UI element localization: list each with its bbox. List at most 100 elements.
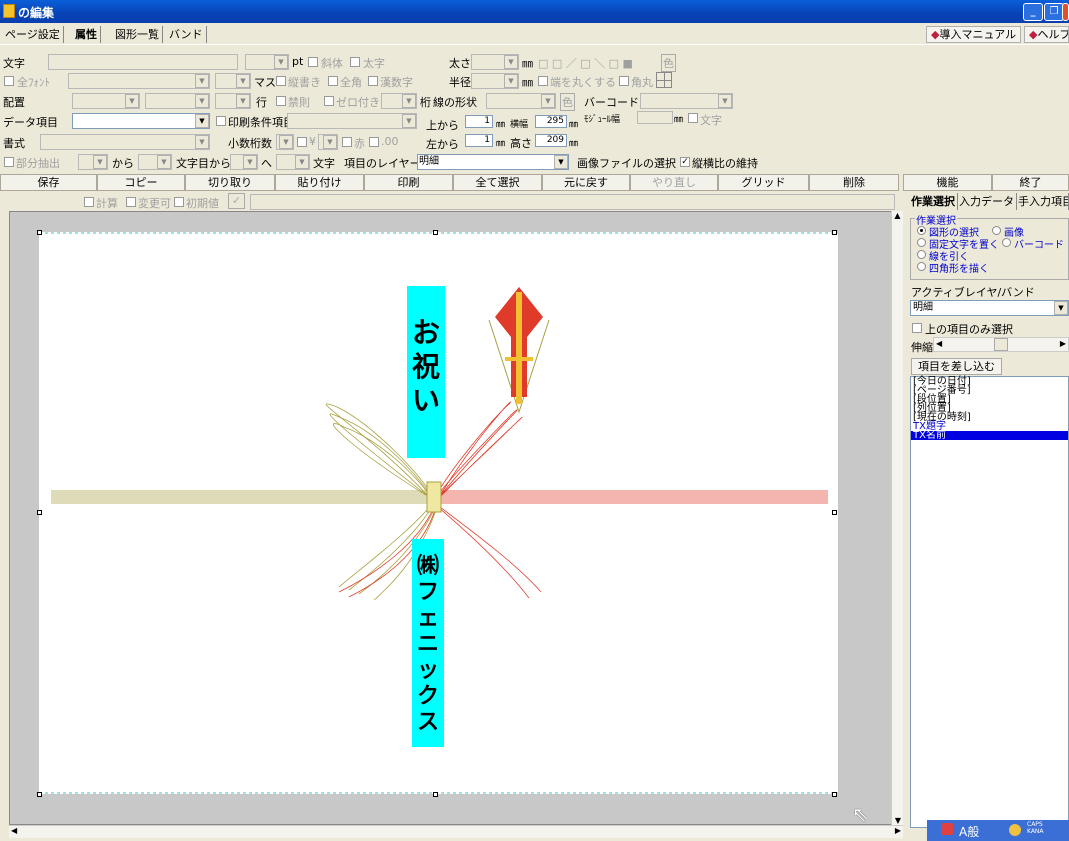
red-checkbox[interactable] [342, 137, 352, 147]
zoom-thumb[interactable] [994, 338, 1008, 351]
text-input[interactable] [48, 54, 238, 70]
round-end-checkbox[interactable] [538, 76, 548, 86]
formula-input[interactable] [250, 194, 895, 210]
ime-tool-icon[interactable] [1009, 824, 1021, 836]
zoom-left-icon[interactable]: ◀ [936, 339, 942, 348]
handle-bc[interactable] [433, 792, 438, 797]
handle-tr[interactable] [832, 230, 837, 235]
char-from-select[interactable]: ▼ [138, 154, 172, 170]
insert-item-button[interactable]: 項目を差し込む [911, 358, 1002, 375]
vertical-scrollbar[interactable]: ▲ ▼ [891, 211, 903, 825]
aspect-checkbox[interactable]: ✓ [680, 157, 690, 167]
radius-select[interactable]: ▼ [471, 73, 519, 89]
bottom-label-box[interactable]: ㈱ フ ェ ニ ッ ク ス [412, 539, 444, 747]
height-input[interactable]: 209 [535, 134, 567, 147]
active-layer-select[interactable]: 明細 ▼ [910, 300, 1069, 316]
top-input[interactable]: 1 [465, 115, 493, 128]
radio-select-shape[interactable] [917, 226, 926, 235]
radio-image[interactable] [992, 226, 1001, 235]
masu-select[interactable]: ▼ [215, 73, 251, 89]
paper[interactable]: お 祝 い ㈱ フ ェ ニ ッ ク ス [39, 232, 838, 794]
minimize-button[interactable]: _ [1023, 3, 1043, 21]
manual-button[interactable]: ◆導入マニュアル [926, 26, 1022, 43]
yen-select[interactable]: ▼ [318, 134, 338, 150]
paste-button[interactable]: 貼り付け [275, 174, 364, 191]
canvas-area[interactable]: お 祝 い ㈱ フ ェ ニ ッ ク ス ⇖ [9, 211, 892, 826]
handle-bl[interactable] [37, 792, 42, 797]
tab-attributes[interactable]: 属性 [72, 26, 101, 43]
tab-manual-items[interactable]: 手入力項目 [1016, 193, 1069, 210]
radio-fixed-text[interactable] [917, 238, 926, 247]
data-item-select[interactable]: ▼ [72, 113, 210, 129]
tab-shape-list[interactable]: 図形一覧 [112, 26, 163, 43]
color-button[interactable]: 色 [661, 54, 676, 72]
handle-mr[interactable] [832, 510, 837, 515]
bold-checkbox[interactable] [350, 57, 360, 67]
copy-button[interactable]: コピー [97, 174, 185, 191]
ime-label[interactable]: A般 [959, 823, 979, 840]
font-select[interactable]: ▼ [68, 73, 210, 89]
undo-button[interactable]: 元に戻す [542, 174, 630, 191]
handle-br[interactable] [832, 792, 837, 797]
kinsoku-checkbox[interactable] [276, 96, 286, 106]
select-all-button[interactable]: 全て選択 [453, 174, 542, 191]
fullwidth-checkbox[interactable] [328, 76, 338, 86]
handle-tl[interactable] [37, 230, 42, 235]
decimals-select[interactable]: ▼ [276, 134, 294, 150]
all-fonts-checkbox[interactable] [4, 76, 14, 86]
initial-checkbox[interactable] [174, 197, 184, 207]
left-input[interactable]: 1 [465, 134, 493, 147]
cut-button[interactable]: 切り取り [185, 174, 275, 191]
zero-checkbox[interactable] [324, 96, 334, 106]
digits-select[interactable]: ▼ [381, 93, 417, 109]
italic-checkbox[interactable] [308, 57, 318, 67]
close-button[interactable] [1062, 3, 1069, 21]
scroll-left-icon[interactable]: ◀ [11, 826, 17, 835]
print-cond-checkbox[interactable] [216, 116, 226, 126]
module-width-input[interactable] [637, 111, 673, 124]
tab-input-data[interactable]: 入力データ [957, 193, 1017, 210]
line-select[interactable]: ▼ [215, 93, 251, 109]
radio-barcode[interactable] [1002, 238, 1011, 247]
scroll-up-icon[interactable]: ▲ [892, 211, 903, 220]
handle-ml[interactable] [37, 510, 42, 515]
ime-mode-icon[interactable] [941, 823, 953, 835]
zoom-slider[interactable]: ◀ ▶ [933, 337, 1069, 352]
partial-checkbox[interactable] [4, 157, 14, 167]
help-button[interactable]: ◆ヘルプ [1024, 26, 1069, 43]
redo-button[interactable]: やり直し [630, 174, 718, 191]
grid-button[interactable]: グリッド [718, 174, 809, 191]
vertical-checkbox[interactable] [276, 76, 286, 86]
line-style-icons[interactable]: □ □ ／ □ ＼ □ ■ [538, 55, 633, 71]
only-above-checkbox[interactable] [912, 323, 922, 333]
round-corner-checkbox[interactable] [619, 76, 629, 86]
editable-checkbox[interactable] [126, 197, 136, 207]
barcode-select[interactable]: ▼ [640, 93, 733, 109]
function-button[interactable]: 機能 [903, 174, 992, 191]
thickness-select[interactable]: ▼ [471, 54, 519, 70]
horizontal-scrollbar[interactable]: ◀ ▶ [9, 825, 903, 838]
kanji-num-checkbox[interactable] [368, 76, 378, 86]
exit-button[interactable]: 終了 [992, 174, 1069, 191]
layer-select[interactable]: 明細 ▼ [417, 154, 569, 170]
print-button[interactable]: 印刷 [364, 174, 453, 191]
zoom-right-icon[interactable]: ▶ [1060, 339, 1066, 348]
font-size-select[interactable]: ▼ [245, 54, 289, 70]
scroll-right-icon[interactable]: ▶ [895, 826, 901, 835]
width-input[interactable]: 295 [535, 115, 567, 128]
handle-tc[interactable] [433, 230, 438, 235]
format-select[interactable]: ▼ [40, 134, 210, 150]
top-label-box[interactable]: お 祝 い [407, 286, 445, 458]
calc-checkbox[interactable] [84, 197, 94, 207]
print-cond-select[interactable]: ▼ [287, 113, 417, 129]
delete-button[interactable]: 削除 [809, 174, 899, 191]
line-shape-select[interactable]: ▼ [486, 93, 556, 109]
to-select[interactable]: ▼ [230, 154, 258, 170]
grid-icon[interactable] [656, 72, 672, 88]
tab-band[interactable]: バンド [166, 26, 207, 43]
item-list[interactable]: [今日の日付] [ページ番号] [段位置] [列位置] [現在の時刻] TX題字… [910, 376, 1069, 828]
save-button[interactable]: 保存 [0, 174, 97, 191]
tab-work-select[interactable]: 作業選択 [909, 193, 958, 210]
tab-page-settings[interactable]: ページ設定 [2, 26, 64, 43]
maximize-button[interactable]: ❐ [1044, 3, 1064, 21]
